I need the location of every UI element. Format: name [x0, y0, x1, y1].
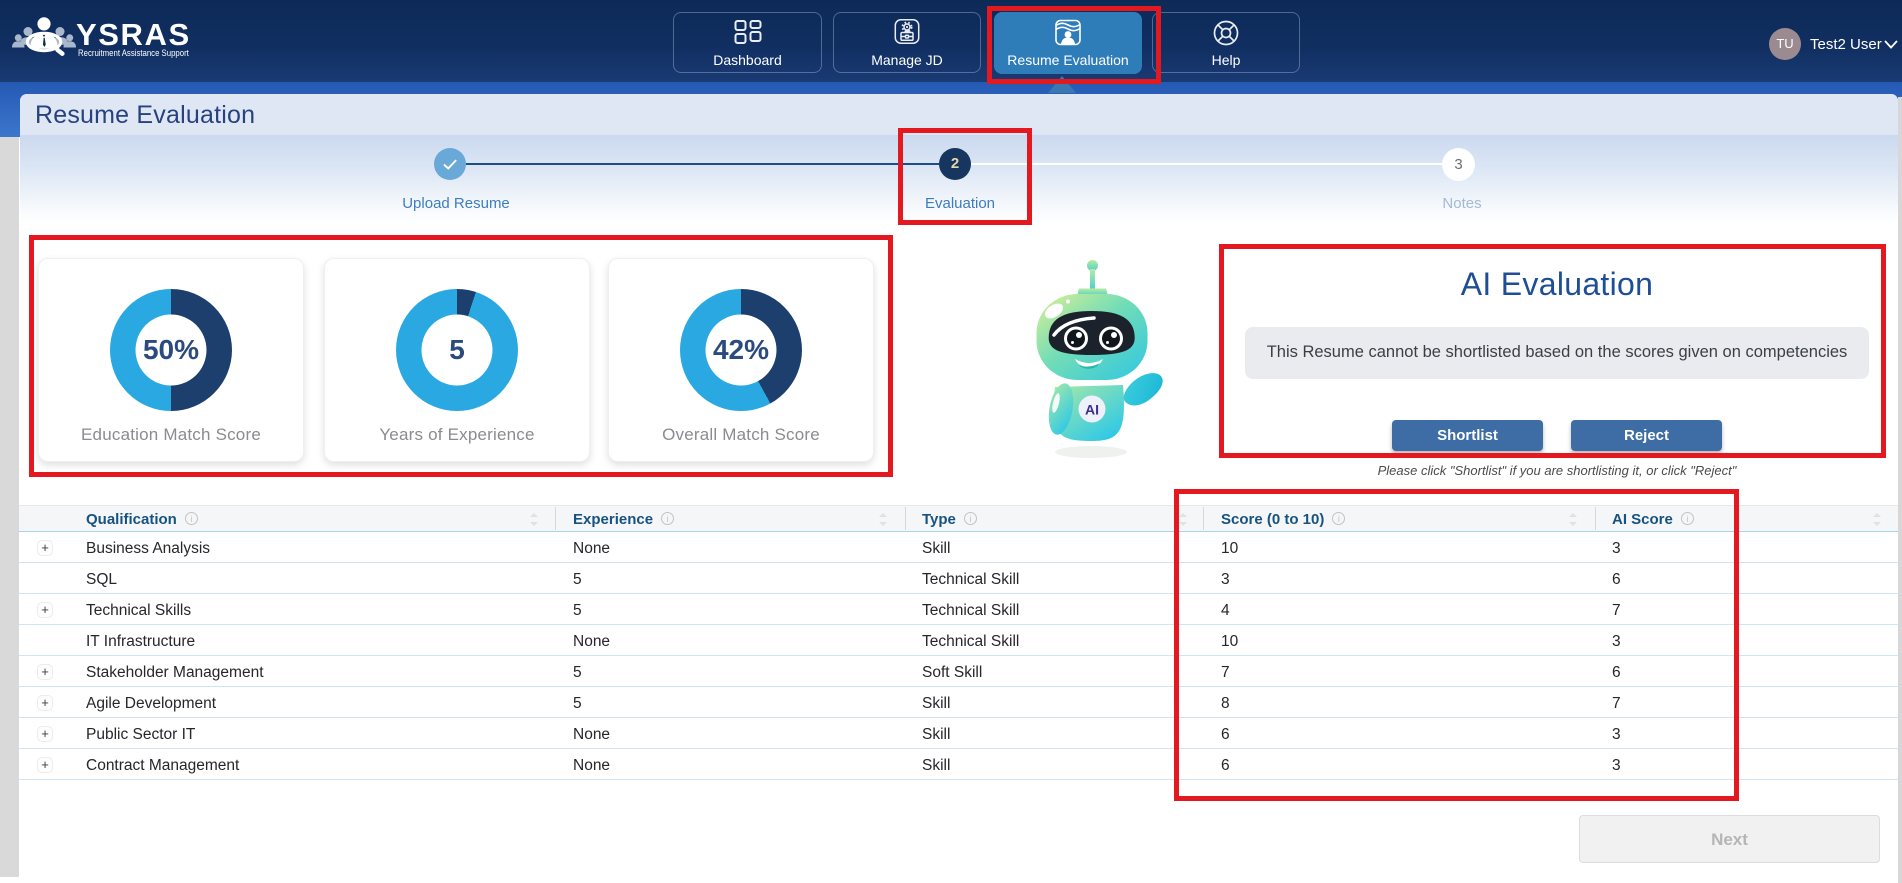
svg-text:AI: AI	[1085, 402, 1099, 418]
